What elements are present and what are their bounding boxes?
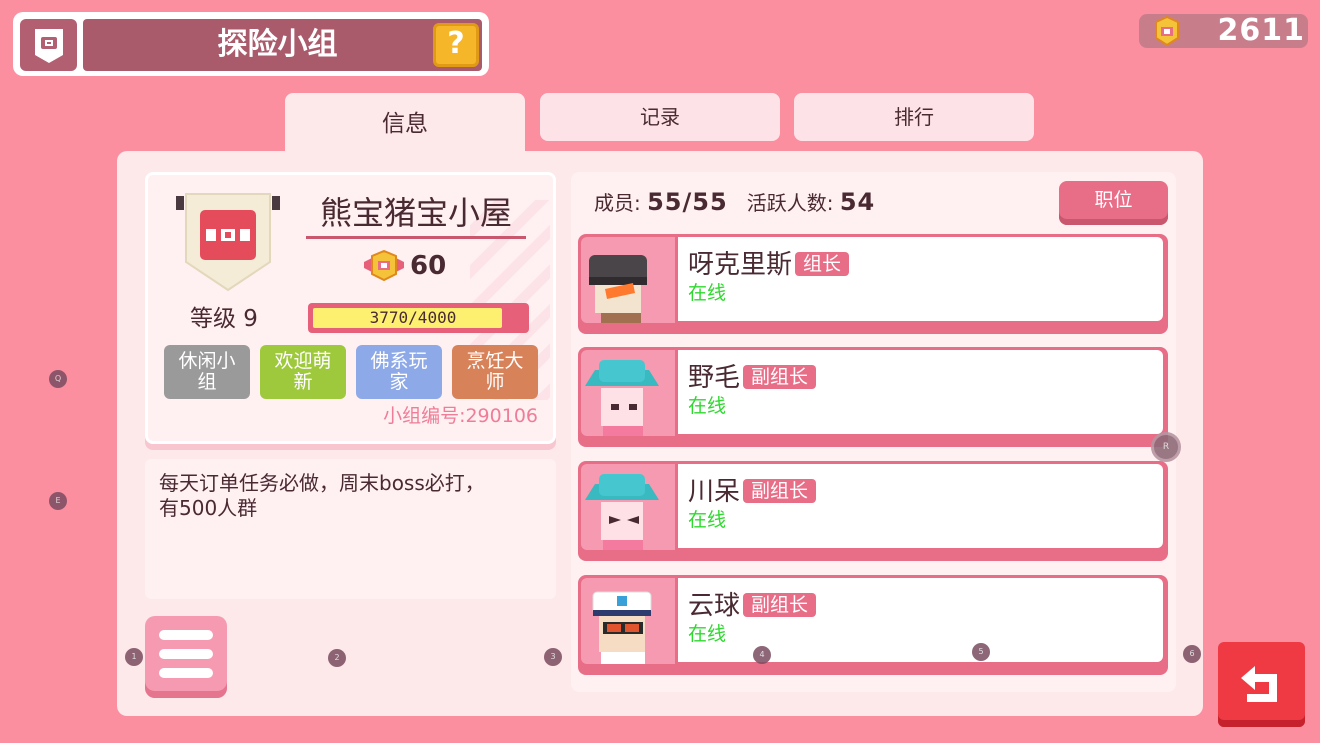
score-badge-icon bbox=[362, 249, 406, 282]
return-button[interactable] bbox=[1218, 642, 1305, 727]
members-label: 成员: bbox=[594, 191, 641, 215]
page-title: 探险小组 bbox=[217, 27, 338, 62]
member-name: 野毛 bbox=[688, 363, 741, 393]
group-banner-icon bbox=[176, 192, 280, 292]
return-arrow-icon bbox=[1240, 665, 1277, 702]
tab-ranking[interactable]: 排行 bbox=[794, 93, 1034, 141]
tab-info[interactable]: 信息 bbox=[285, 93, 525, 155]
tag-casual: 休闲小组 bbox=[164, 345, 250, 399]
hotkey-q: Q bbox=[49, 370, 67, 388]
sailor-avatar-icon bbox=[592, 591, 652, 664]
divider bbox=[306, 236, 526, 239]
hotkey-3: 3 bbox=[544, 648, 562, 666]
tag-newbie-welcome: 欢迎萌新 bbox=[260, 345, 346, 399]
hotkey-4: 4 bbox=[753, 646, 771, 664]
currency-value: 2611 bbox=[1217, 13, 1305, 48]
tag-cooking-master: 烹饪大师 bbox=[452, 345, 538, 399]
member-status: 在线 bbox=[688, 509, 727, 531]
tag-chill-player: 佛系玩家 bbox=[356, 345, 442, 399]
exp-text: 3770/4000 bbox=[369, 308, 457, 327]
help-button[interactable]: ? bbox=[433, 23, 479, 67]
tab-records[interactable]: 记录 bbox=[540, 93, 780, 141]
member-name: 云球 bbox=[688, 591, 741, 621]
member-status: 在线 bbox=[688, 282, 727, 304]
menu-icon bbox=[159, 630, 213, 640]
member-status: 在线 bbox=[688, 623, 727, 645]
member-name: 川呆 bbox=[688, 477, 741, 507]
hotkey-1: 1 bbox=[125, 648, 143, 666]
member-avatar bbox=[581, 578, 675, 664]
teal-hat-avatar-icon bbox=[585, 474, 659, 550]
active-label: 活跃人数: bbox=[746, 191, 834, 215]
member-name-wrap: 野毛 副组长 bbox=[688, 362, 1153, 394]
members-summary: 成员: 55/55 活跃人数: 54 bbox=[594, 186, 1044, 218]
member-rank-badge: 组长 bbox=[795, 252, 850, 276]
hotkey-5: 5 bbox=[972, 643, 990, 661]
member-info: 川呆 副组长 在线 bbox=[678, 464, 1163, 548]
group-score: 60 bbox=[410, 251, 447, 281]
menu-icon-line bbox=[159, 668, 213, 678]
hotkey-6: 6 bbox=[1183, 645, 1201, 663]
member-name-wrap: 云球 副组长 bbox=[688, 590, 1153, 622]
member-rank-badge: 副组长 bbox=[743, 365, 817, 389]
group-id: 小组编号:290106 bbox=[383, 405, 538, 427]
member-info: 云球 副组长 在线 bbox=[678, 578, 1163, 662]
hotkey-e: E bbox=[49, 492, 67, 510]
menu-icon-line bbox=[159, 649, 213, 659]
member-name-wrap: 呀克里斯 组长 bbox=[688, 249, 1153, 281]
coin-icon bbox=[1152, 14, 1182, 48]
active-count: 54 bbox=[839, 188, 876, 216]
member-info: 野毛 副组长 在线 bbox=[678, 350, 1163, 434]
beanie-avatar-icon bbox=[589, 255, 647, 323]
teal-hat-avatar-icon bbox=[585, 360, 659, 436]
role-button[interactable]: 职位 bbox=[1059, 181, 1168, 225]
member-name: 呀克里斯 bbox=[688, 250, 793, 280]
group-icon bbox=[20, 19, 77, 71]
group-name: 熊宝猪宝小屋 bbox=[319, 194, 512, 232]
member-name-wrap: 川呆 副组长 bbox=[688, 476, 1153, 508]
member-rank-badge: 副组长 bbox=[743, 593, 817, 617]
hotkey-r: R bbox=[1151, 432, 1181, 462]
members-count: 55/55 bbox=[647, 188, 728, 216]
menu-button[interactable] bbox=[145, 616, 227, 698]
hotkey-2: 2 bbox=[328, 649, 346, 667]
member-info: 呀克里斯 组长 在线 bbox=[678, 237, 1163, 321]
member-avatar bbox=[581, 464, 675, 550]
group-description: 每天订单任务必做，周末boss必打，有500人群 bbox=[145, 459, 556, 599]
member-rank-badge: 副组长 bbox=[743, 479, 817, 503]
member-avatar bbox=[581, 350, 675, 436]
member-avatar bbox=[581, 237, 675, 323]
group-level: 等级 9 bbox=[190, 306, 258, 332]
member-status: 在线 bbox=[688, 395, 727, 417]
